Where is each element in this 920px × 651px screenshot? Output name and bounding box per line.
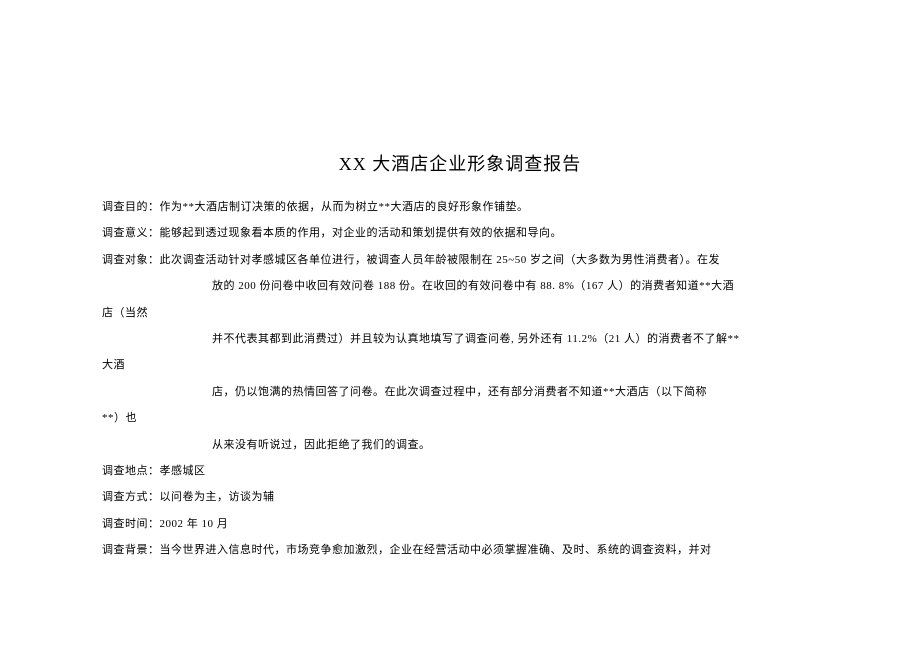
target-line-2b: 店（当然 xyxy=(102,300,818,326)
purpose-line: 调查目的：作为**大酒店制订决策的依据，从而为树立**大酒店的良好形象作铺垫。 xyxy=(102,194,818,220)
document-body: 调查目的：作为**大酒店制订决策的依据，从而为树立**大酒店的良好形象作铺垫。 … xyxy=(102,194,818,563)
target-line-4b: **）也 xyxy=(102,405,818,431)
time-line: 调查时间：2002 年 10 月 xyxy=(102,511,818,537)
target-line-2: 放的 200 份问卷中收回有效问卷 188 份。在收回的有效问卷中有 88. 8… xyxy=(102,273,818,299)
target-line-3: 并不代表其都到此消费过）并且较为认真地填写了调查问卷, 另外还有 11.2%（2… xyxy=(102,326,818,352)
background-line: 调查背景：当今世界进入信息时代，市场竞争愈加激烈，企业在经营活动中必须掌握准确、… xyxy=(102,537,818,563)
target-line-4: 店，仍以饱满的热情回答了问卷。在此次调查过程中，还有部分消费者不知道**大酒店（… xyxy=(102,379,818,405)
target-line-1: 调查对象：此次调查活动针对孝感城区各单位进行，被调查人员年龄被限制在 25~50… xyxy=(102,247,818,273)
target-line-5: 从来没有听说过，因此拒绝了我们的调查。 xyxy=(102,432,818,458)
target-line-5-text: 从来没有听说过，因此拒绝了我们的调查。 xyxy=(212,439,431,451)
meaning-line: 调查意义：能够起到透过现象看本质的作用，对企业的活动和策划提供有效的依据和导向。 xyxy=(102,220,818,246)
method-line: 调查方式：以问卷为主，访谈为辅 xyxy=(102,484,818,510)
target-line-4a: 店，仍以饱满的热情回答了问卷。在此次调查过程中，还有部分消费者不知道**大酒店（… xyxy=(212,386,707,398)
target-line-2a: 放的 200 份问卷中收回有效问卷 188 份。在收回的有效问卷中有 88. 8… xyxy=(212,280,734,292)
target-line-3a: 并不代表其都到此消费过）并且较为认真地填写了调查问卷, 另外还有 11.2%（2… xyxy=(212,333,740,345)
target-line-3b: 大酒 xyxy=(102,352,818,378)
location-line: 调查地点：孝感城区 xyxy=(102,458,818,484)
document-title: XX 大酒店企业形象调查报告 xyxy=(102,150,818,176)
